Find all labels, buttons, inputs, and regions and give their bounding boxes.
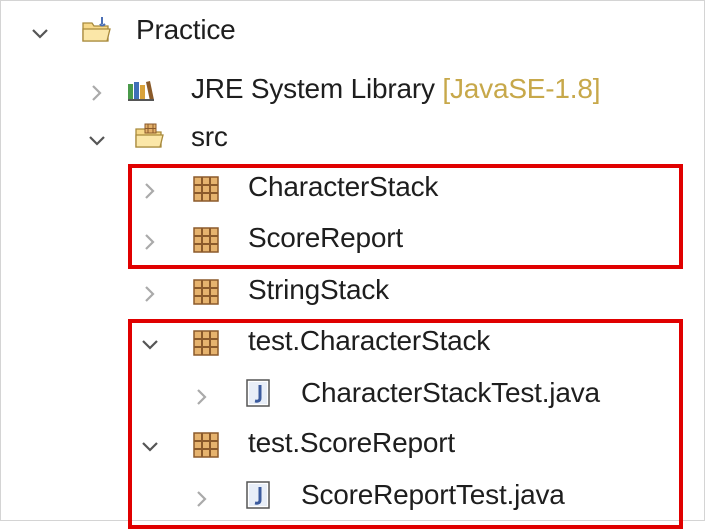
package-explorer: Practice JRE System Library [JavaSE-1.8] [0, 0, 705, 529]
library-version-decoration: [JavaSE-1.8] [442, 73, 601, 104]
tree-item-label: Practice [136, 14, 236, 45]
tree-item-jre-system-library[interactable]: JRE System Library [JavaSE-1.8] [1, 66, 691, 116]
highlight-box-main-packages [128, 164, 683, 269]
highlight-box-test-packages [128, 319, 683, 529]
chevron-down-icon[interactable] [29, 23, 51, 45]
library-icon [126, 74, 156, 104]
tree-item-label: JRE System Library [JavaSE-1.8] [191, 72, 600, 106]
tree-item-package-stringstack[interactable]: StringStack [1, 267, 561, 317]
tree-item-label: StringStack [248, 274, 389, 305]
chevron-right-icon[interactable] [139, 283, 161, 305]
java-project-folder-icon [81, 15, 111, 45]
tree-item-practice[interactable]: Practice [1, 9, 301, 59]
chevron-right-icon[interactable] [86, 82, 108, 104]
source-folder-icon [134, 121, 164, 151]
tree-item-label: src [191, 121, 228, 152]
library-name: JRE System Library [191, 73, 435, 104]
tree-item-src[interactable]: src [1, 114, 301, 164]
chevron-down-icon[interactable] [86, 130, 108, 152]
package-icon [191, 277, 221, 307]
